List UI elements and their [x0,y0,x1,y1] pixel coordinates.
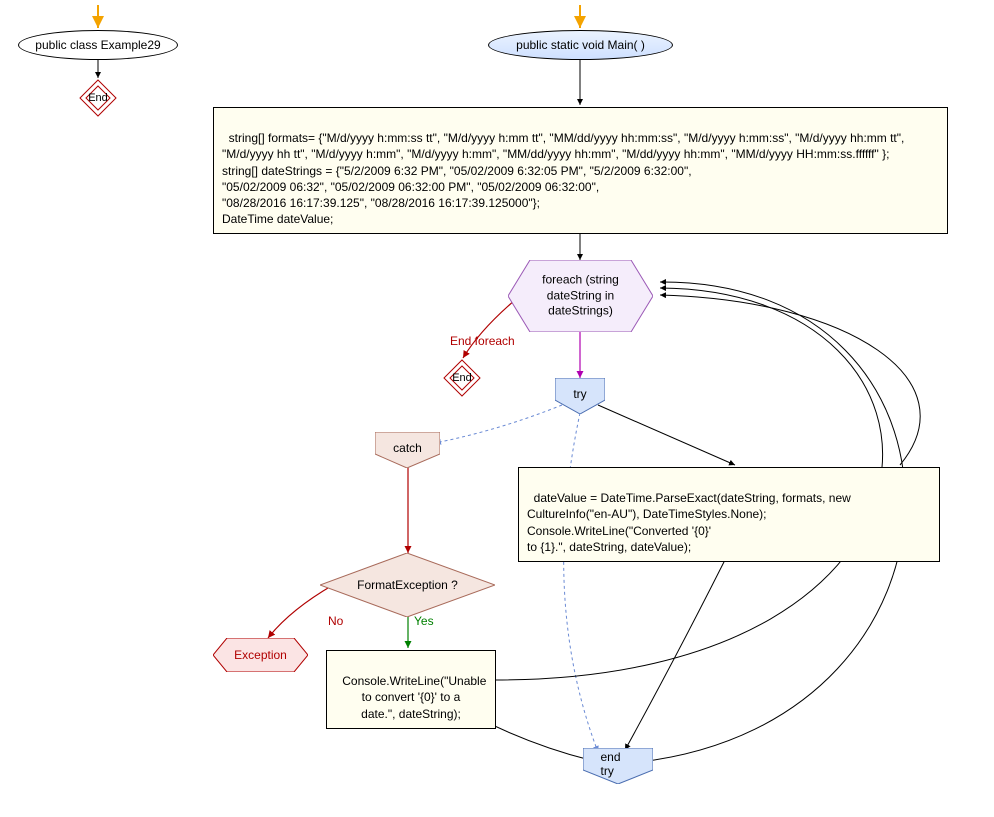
try-node: try [555,378,605,414]
format-exception-node: FormatException ? [320,553,495,617]
try-body-box: dateValue = DateTime.ParseExact(dateStri… [518,467,940,562]
end-try-node: end try [583,748,653,784]
declarations-box: string[] formats= {"M/d/yyyy h:mm:ss tt"… [213,107,948,234]
foreach-end-node: End [442,358,482,398]
try-body-text: dateValue = DateTime.ParseExact(dateStri… [527,491,851,554]
exception-node: Exception [213,638,308,672]
format-exception-label: FormatException ? [357,578,458,592]
foreach-end-label: End [452,372,472,384]
no-label: No [328,614,343,628]
catch-label: catch [393,441,422,455]
exception-label: Exception [234,648,287,662]
declarations-text: string[] formats= {"M/d/yyyy h:mm:ss tt"… [222,131,908,226]
class-header-node: public class Example29 [18,30,178,60]
end-foreach-label: End foreach [450,334,515,348]
yes-label: Yes [414,614,434,628]
try-label: try [573,387,586,401]
foreach-node: foreach (string dateString in dateString… [508,260,653,332]
foreach-label: foreach (string dateString in dateString… [523,273,639,320]
class-end-node: End [78,78,118,118]
class-end-label: End [88,92,108,104]
end-try-label: end try [601,750,636,778]
class-header-label: public class Example29 [35,38,160,52]
main-header-label: public static void Main( ) [516,38,645,52]
catch-node: catch [375,432,440,468]
main-header-node: public static void Main( ) [488,30,673,60]
catch-body-box: Console.WriteLine("Unable to convert '{0… [326,650,496,729]
catch-body-text: Console.WriteLine("Unable to convert '{0… [342,674,486,720]
